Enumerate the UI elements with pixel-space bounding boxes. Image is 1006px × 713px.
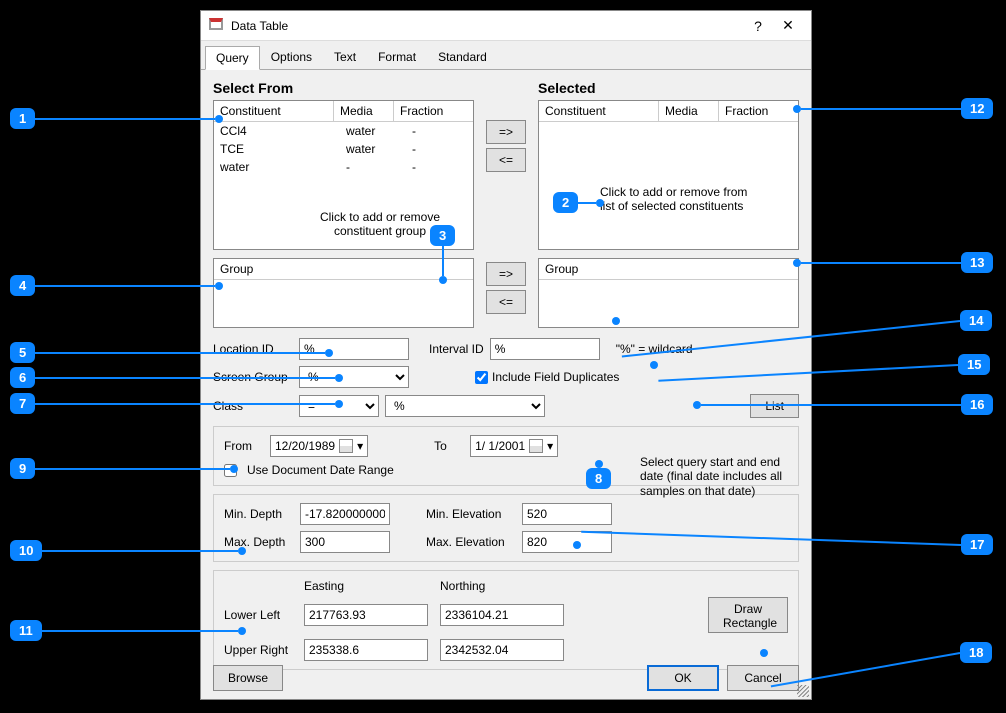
calendar-icon (339, 439, 353, 453)
app-icon (209, 18, 225, 34)
callout-2: 2 (553, 192, 578, 213)
draw-rectangle-button[interactable]: Draw Rectangle (708, 597, 788, 633)
window-title: Data Table (231, 19, 743, 33)
remove-constituent-button[interactable]: <= (486, 148, 526, 172)
use-doc-date-label: Use Document Date Range (247, 463, 394, 477)
lower-left-northing-input[interactable] (440, 604, 564, 626)
select-from-label: Select From (213, 80, 474, 96)
from-label: From (224, 439, 264, 453)
upper-right-label: Upper Right (224, 643, 298, 657)
callout-4: 4 (10, 275, 35, 296)
calendar-icon (529, 439, 543, 453)
callout-12: 12 (961, 98, 993, 119)
list-item: water-- (214, 158, 473, 176)
tab-text[interactable]: Text (323, 45, 367, 69)
from-date-input[interactable]: 12/20/1989▾ (270, 435, 368, 457)
callout-17: 17 (961, 534, 993, 555)
callout-6: 6 (10, 367, 35, 388)
upper-right-northing-input[interactable] (440, 639, 564, 661)
tab-strip: Query Options Text Format Standard (201, 41, 811, 70)
remove-group-button[interactable]: <= (486, 290, 526, 314)
max-depth-input[interactable] (300, 531, 390, 553)
callout-14: 14 (960, 310, 992, 331)
close-button[interactable]: ✕ (773, 17, 803, 34)
titlebar: Data Table ? ✕ (201, 11, 811, 41)
coords-panel: Easting Northing Lower Left Draw Rectang… (213, 570, 799, 670)
callout-8: 8 (586, 468, 611, 489)
tab-format[interactable]: Format (367, 45, 427, 69)
callout-7: 7 (10, 393, 35, 414)
class-value-select[interactable]: % (385, 395, 545, 417)
resize-grip-icon[interactable] (797, 685, 809, 697)
callout-3: 3 (430, 225, 455, 246)
annotation-selected-constituents: Click to add or remove from list of sele… (600, 185, 750, 214)
callout-11: 11 (10, 620, 42, 641)
chevron-down-icon: ▾ (547, 439, 553, 453)
northing-label: Northing (440, 579, 570, 593)
callout-13: 13 (961, 252, 993, 273)
interval-id-label: Interval ID (429, 342, 484, 356)
callout-9: 9 (10, 458, 35, 479)
min-elev-input[interactable] (522, 503, 612, 525)
list-item: TCEwater- (214, 140, 473, 158)
col-fraction: Fraction (394, 101, 473, 121)
callout-16: 16 (961, 394, 993, 415)
tab-query[interactable]: Query (205, 46, 260, 70)
list-item: CCl4water- (214, 122, 473, 140)
add-constituent-button[interactable]: => (486, 120, 526, 144)
callout-1: 1 (10, 108, 35, 129)
browse-button[interactable]: Browse (213, 665, 283, 691)
chevron-down-icon: ▾ (357, 439, 363, 453)
ok-button[interactable]: OK (647, 665, 719, 691)
annotation-date-range: Select query start and end date (final d… (640, 455, 800, 498)
add-group-button[interactable]: => (486, 262, 526, 286)
help-button[interactable]: ? (743, 18, 773, 34)
interval-id-input[interactable] (490, 338, 600, 360)
selected-label: Selected (538, 80, 799, 96)
min-depth-input[interactable] (300, 503, 390, 525)
min-elev-label: Min. Elevation (426, 507, 516, 521)
callout-5: 5 (10, 342, 35, 363)
lower-left-easting-input[interactable] (304, 604, 428, 626)
col-media-sel: Media (659, 101, 719, 121)
group-selected-col: Group (539, 259, 798, 279)
to-date-input[interactable]: 1/ 1/2001▾ (470, 435, 558, 457)
include-duplicates-checkbox[interactable] (475, 371, 488, 384)
col-constituent-sel: Constituent (539, 101, 659, 121)
cancel-button[interactable]: Cancel (727, 665, 799, 691)
upper-right-easting-input[interactable] (304, 639, 428, 661)
easting-label: Easting (304, 579, 434, 593)
callout-15: 15 (958, 354, 990, 375)
min-depth-label: Min. Depth (224, 507, 294, 521)
callout-10: 10 (10, 540, 42, 561)
col-fraction-sel: Fraction (719, 101, 798, 121)
max-elev-label: Max. Elevation (426, 535, 516, 549)
callout-18: 18 (960, 642, 992, 663)
col-media: Media (334, 101, 394, 121)
to-label: To (434, 439, 464, 453)
tab-standard[interactable]: Standard (427, 45, 498, 69)
selected-list[interactable]: Constituent Media Fraction (538, 100, 799, 250)
include-duplicates-label: Include Field Duplicates (492, 370, 619, 384)
tab-options[interactable]: Options (260, 45, 323, 69)
col-constituent: Constituent (214, 101, 334, 121)
